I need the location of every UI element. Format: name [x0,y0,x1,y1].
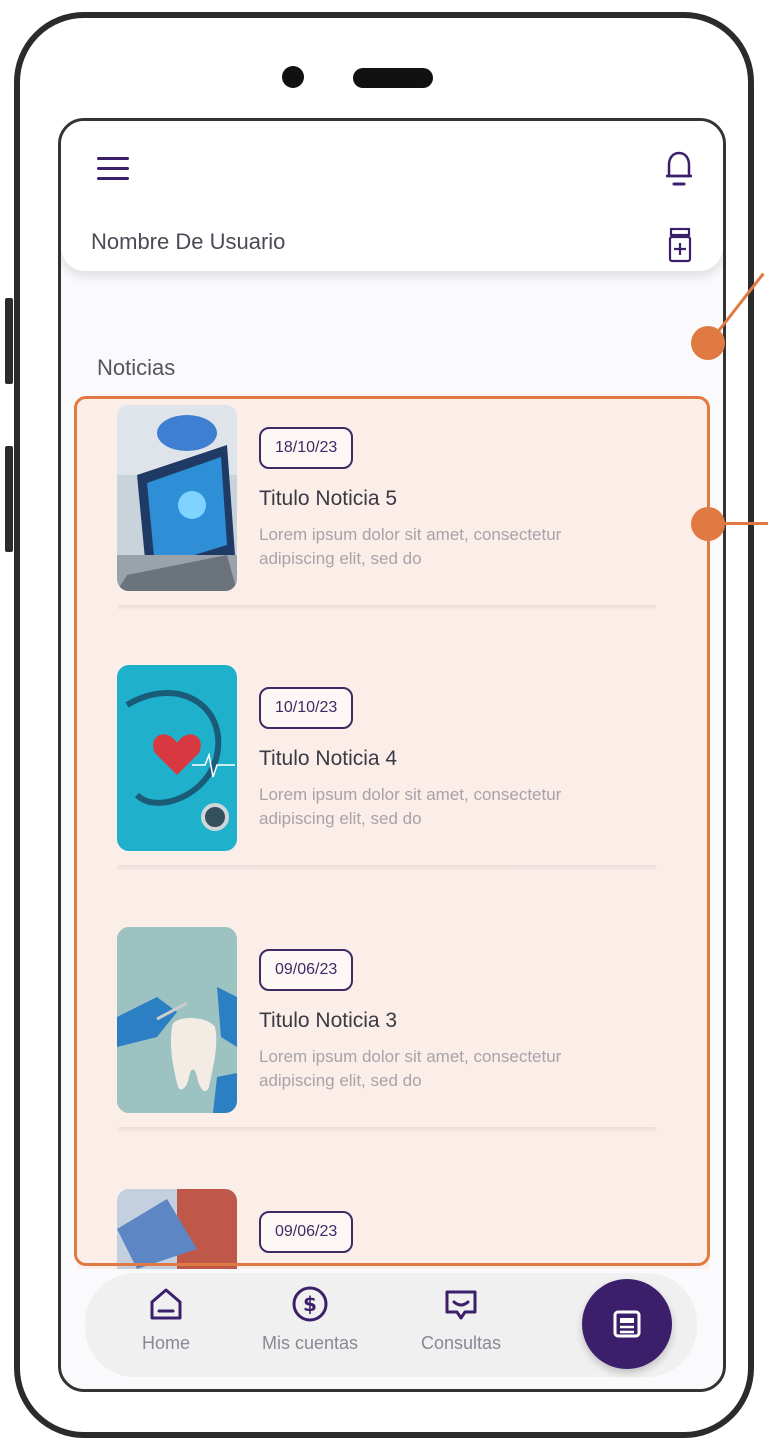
news-image-lab [117,405,237,591]
bell-icon[interactable] [659,147,699,191]
nav-accounts[interactable]: $ Mis cuentas [235,1281,385,1354]
svg-text:$: $ [303,1292,317,1316]
chat-icon [401,1281,521,1327]
news-title: Titulo Noticia 3 [259,1009,398,1032]
news-image-tooth [117,927,237,1113]
nav-consults[interactable]: Consultas [401,1281,521,1354]
newspaper-icon [613,1310,641,1338]
volume-button [5,298,13,384]
news-description: Lorem ipsum dolor sit amet, consectetur … [259,1047,562,1090]
news-date: 18/10/23 [259,427,354,469]
news-card[interactable]: 18/10/23 Titulo Noticia 5 Lorem ipsum do… [117,405,657,611]
app-screen: Nombre De Usuario Noticias 18/10/23 Titu… [58,118,726,1392]
power-button [5,446,13,552]
news-title: Titulo Noticia 5 [259,487,398,510]
news-image-heart [117,665,237,851]
nav-consults-label: Consultas [420,1333,502,1353]
nav-home[interactable]: Home [121,1281,211,1354]
nav-home-label: Home [141,1333,190,1353]
news-fab-button[interactable] [582,1279,672,1369]
menu-icon[interactable] [93,149,133,189]
section-title: Noticias [97,355,176,380]
news-date: 10/10/23 [259,687,354,729]
news-image-partial [117,1189,237,1269]
news-description: Lorem ipsum dolor sit amet, consectetur … [259,525,562,568]
news-title: Titulo Noticia 4 [259,747,398,770]
card-divider [117,605,657,611]
news-description: Lorem ipsum dolor sit amet, consectetur … [259,785,562,828]
front-camera [282,66,304,88]
nav-accounts-label: Mis cuentas [261,1333,359,1353]
card-divider [117,865,657,871]
news-card[interactable]: 09/06/23 [117,1189,627,1269]
news-date: 09/06/23 [259,949,354,991]
news-card[interactable]: 10/10/23 Titulo Noticia 4 Lorem ipsum do… [117,665,657,871]
medicine-bottle-icon[interactable] [665,225,695,265]
annotation-line-list [708,522,768,525]
header-card: Nombre De Usuario [61,121,723,271]
home-icon [121,1281,211,1327]
card-divider [117,1127,657,1133]
news-card[interactable]: 09/06/23 Titulo Noticia 3 Lorem ipsum do… [117,927,657,1133]
speaker [353,68,433,88]
user-name: Nombre De Usuario [91,229,286,254]
news-date: 09/06/23 [259,1211,354,1253]
dollar-icon: $ [235,1281,385,1327]
news-list[interactable]: 18/10/23 Titulo Noticia 5 Lorem ipsum do… [77,399,709,1269]
